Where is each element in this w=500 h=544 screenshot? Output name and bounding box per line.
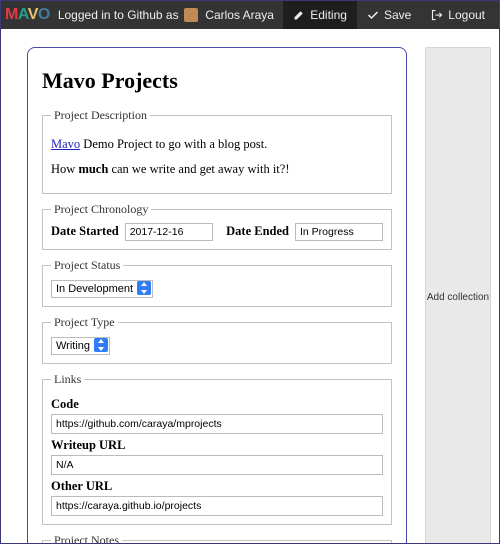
add-collection-button[interactable]: Add collection [425, 47, 491, 543]
status-legend: Project Status [51, 258, 123, 273]
username: Carlos Araya [205, 8, 274, 22]
desc-l2-bold: much [78, 162, 108, 176]
chronology-fieldset: Project Chronology Date Started Date End… [42, 202, 392, 250]
avatar [184, 8, 198, 22]
description-body[interactable]: Mavo Demo Project to go with a blog post… [51, 135, 383, 179]
logout-icon [431, 9, 443, 21]
description-fieldset: Project Description Mavo Demo Project to… [42, 108, 392, 194]
project-panel: Mavo Projects Project Description Mavo D… [27, 47, 407, 543]
writeup-label: Writeup URL [51, 438, 383, 453]
mavo-link[interactable]: Mavo [51, 137, 80, 151]
desc-l2-pre: How [51, 162, 78, 176]
check-icon [367, 9, 379, 21]
description-legend: Project Description [51, 108, 150, 123]
notes-legend: Project Notes [51, 533, 122, 544]
status-select[interactable]: In Development [51, 280, 153, 298]
status-fieldset: Project Status In Development [42, 258, 392, 307]
page-title: Mavo Projects [42, 68, 392, 94]
add-collection-label: Add collection [427, 292, 489, 303]
code-input[interactable] [51, 414, 383, 434]
other-label: Other URL [51, 479, 383, 494]
date-started-input[interactable] [125, 223, 213, 241]
mavo-logo: MAVO [5, 6, 50, 24]
login-prefix: Logged in to Github as [58, 8, 179, 22]
other-input[interactable] [51, 496, 383, 516]
editing-button[interactable]: Editing [283, 1, 357, 29]
login-status: Logged in to Github as Carlos Araya [58, 8, 274, 23]
date-started-label: Date Started [51, 224, 119, 239]
editing-label: Editing [310, 8, 347, 22]
date-ended-input[interactable] [295, 223, 383, 241]
save-button[interactable]: Save [357, 1, 421, 29]
pencil-icon [293, 9, 305, 21]
links-legend: Links [51, 372, 84, 387]
description-line1: Demo Project to go with a blog post. [80, 137, 267, 151]
chronology-legend: Project Chronology [51, 202, 151, 217]
notes-fieldset: Project Notes Project Notes [42, 533, 392, 544]
date-ended-label: Date Ended [226, 224, 289, 239]
logout-button[interactable]: Logout [421, 1, 495, 29]
writeup-input[interactable] [51, 455, 383, 475]
logout-label: Logout [448, 8, 485, 22]
links-fieldset: Links Code Writeup URL Other URL [42, 372, 392, 525]
type-select[interactable]: Writing [51, 337, 110, 355]
save-label: Save [384, 8, 411, 22]
code-label: Code [51, 397, 383, 412]
mavo-toolbar: MAVO Logged in to Github as Carlos Araya… [1, 1, 499, 29]
desc-l2-post: can we write and get away with it?! [108, 162, 289, 176]
type-fieldset: Project Type Writing [42, 315, 392, 364]
type-legend: Project Type [51, 315, 118, 330]
